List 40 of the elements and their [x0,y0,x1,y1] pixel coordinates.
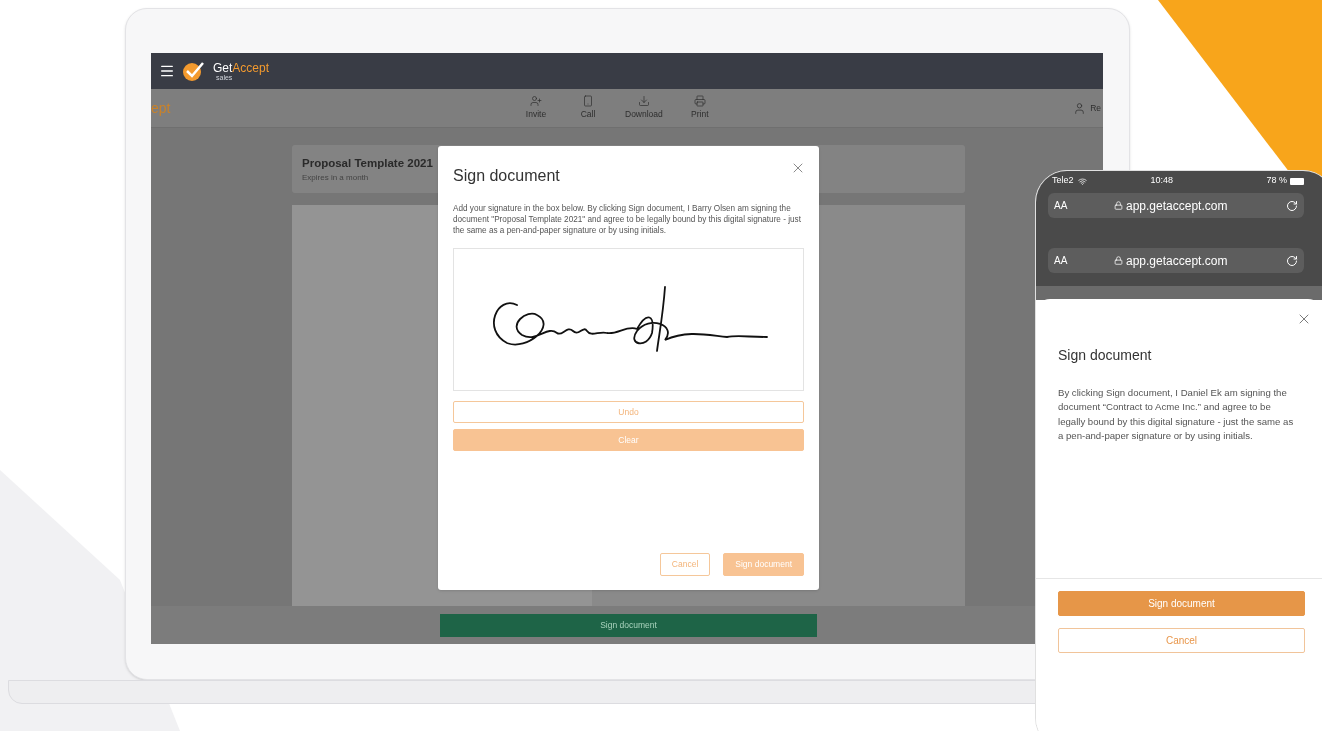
add-person-icon [530,95,542,108]
sheet-title: Sign document [1058,346,1153,365]
phone-icon [582,95,594,108]
battery-icon [1290,177,1304,185]
brand-name: GetAccept [213,61,270,74]
toolbar-action[interactable]: Print [684,95,715,121]
logo-text: ept [151,98,172,118]
battery-percent: 78 % [1266,174,1287,188]
text-size-label: AA [1054,199,1069,213]
reload-icon[interactable] [1286,254,1298,267]
carrier-label: Tele2 [1051,174,1074,188]
toolbar-action[interactable]: Download [625,95,663,121]
text-size-label: AA [1054,254,1069,268]
menu-icon[interactable] [159,63,175,79]
toolbar-action[interactable]: Call [573,95,603,121]
address-bar[interactable]: AA app.getaccept.com [1048,248,1304,273]
url-text: app.getaccept.com [1126,252,1228,270]
dialog-title: Sign document [453,166,560,186]
toolbar-action[interactable]: Invite [521,95,551,121]
address-bar[interactable]: AA app.getaccept.com [1048,193,1304,218]
url-text: app.getaccept.com [1126,197,1228,215]
filled-button[interactable]: Sign document [1058,591,1305,617]
reload-icon[interactable] [1286,199,1298,212]
outline-button[interactable]: Undo [453,401,804,423]
dialog-text: Add your signature in the box below. By clicking Sign document, I Barry Olsen am signing the document "Proposal Template 2021" and agree to be legally bound by this digital signature - just the same as a pen-and-paper signature or by using initials. [453,203,802,236]
download-icon [637,95,650,108]
lock-icon [1114,256,1123,265]
signature-pad[interactable] [453,248,804,391]
user-name: Re [1090,101,1101,115]
lock-icon [1114,201,1123,210]
outline-button[interactable]: Cancel [659,553,711,576]
checkmark-logo-icon [183,61,205,81]
user-icon [1073,101,1087,115]
clock-time: 10:48 [1150,174,1174,188]
printer-icon [693,95,706,108]
outline-button[interactable]: Cancel [1058,628,1305,654]
wifi-icon [1077,176,1087,186]
document-title: Proposal Template 2021 [302,156,433,171]
sign-document-button[interactable]: Sign document [440,613,817,637]
sheet-text: By clicking Sign document, I Daniel Ek am signing the document “Contract to Acme Inc.” and agree to be legally bound by this digital signature - just the same as a pen-and-paper signature or by using initials. [1058,386,1295,443]
